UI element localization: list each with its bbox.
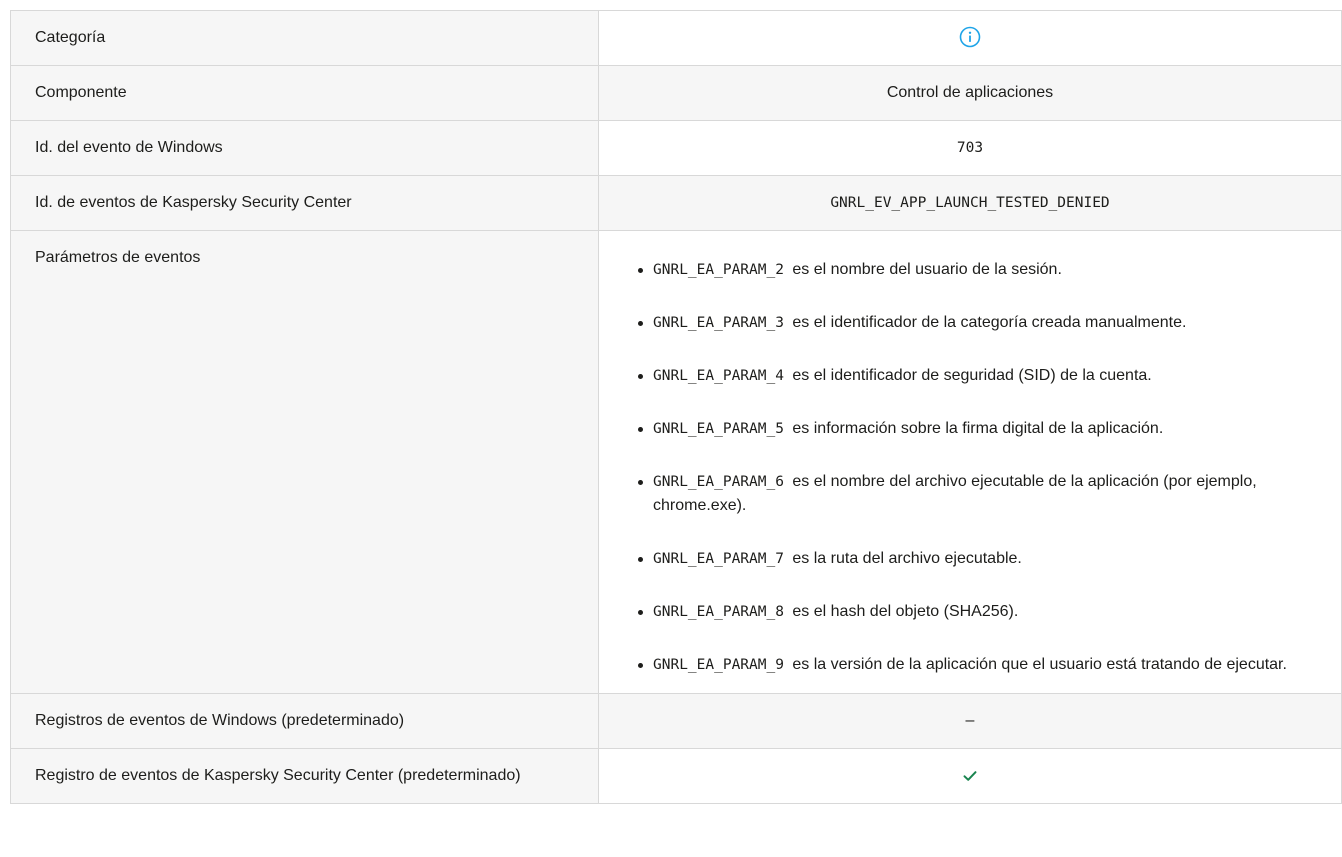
row-label: Componente bbox=[10, 65, 599, 121]
table-row-event-params: Parámetros de eventos GNRL_EA_PARAM_2 es… bbox=[10, 230, 1342, 694]
param-code: GNRL_EA_PARAM_7 bbox=[653, 551, 784, 567]
row-value: GNRL_EV_APP_LAUNCH_TESTED_DENIED bbox=[598, 175, 1342, 231]
list-item: GNRL_EA_PARAM_3 es el identificador de l… bbox=[638, 311, 1327, 335]
table-row-ksc-event-id: Id. de eventos de Kaspersky Security Cen… bbox=[10, 175, 1342, 231]
row-value bbox=[598, 10, 1342, 66]
list-item: GNRL_EA_PARAM_2 es el nombre del usuario… bbox=[638, 258, 1327, 282]
params-list: GNRL_EA_PARAM_2 es el nombre del usuario… bbox=[638, 258, 1327, 677]
param-code: GNRL_EA_PARAM_2 bbox=[653, 262, 784, 278]
list-item: GNRL_EA_PARAM_6 es el nombre del archivo… bbox=[638, 470, 1327, 518]
list-item: GNRL_EA_PARAM_5 es información sobre la … bbox=[638, 417, 1327, 441]
table-row-category: Categoría bbox=[10, 10, 1342, 66]
param-description: es el identificador de seguridad (SID) d… bbox=[792, 367, 1152, 384]
row-label: Categoría bbox=[10, 10, 599, 66]
param-code: GNRL_EA_PARAM_3 bbox=[653, 315, 784, 331]
list-item: GNRL_EA_PARAM_9 es la versión de la apli… bbox=[638, 653, 1327, 677]
row-value: GNRL_EA_PARAM_2 es el nombre del usuario… bbox=[598, 230, 1342, 694]
list-item: GNRL_EA_PARAM_8 es el hash del objeto (S… bbox=[638, 600, 1327, 624]
row-label: Id. del evento de Windows bbox=[10, 120, 599, 176]
row-value: – bbox=[598, 693, 1342, 749]
row-value: Control de aplicaciones bbox=[598, 65, 1342, 121]
event-details-table: Categoría Componente Control de aplicaci… bbox=[10, 10, 1342, 804]
row-value bbox=[598, 748, 1342, 804]
info-icon bbox=[959, 26, 981, 48]
param-description: es la versión de la aplicación que el us… bbox=[792, 656, 1287, 673]
param-description: es el nombre del usuario de la sesión. bbox=[792, 261, 1062, 278]
param-code: GNRL_EA_PARAM_8 bbox=[653, 604, 784, 620]
param-code: GNRL_EA_PARAM_9 bbox=[653, 657, 784, 673]
table-row-windows-event-id: Id. del evento de Windows 703 bbox=[10, 120, 1342, 176]
param-description: es el identificador de la categoría crea… bbox=[792, 314, 1187, 331]
row-value: 703 bbox=[598, 120, 1342, 176]
row-label: Registros de eventos de Windows (predete… bbox=[10, 693, 599, 749]
list-item: GNRL_EA_PARAM_7 es la ruta del archivo e… bbox=[638, 547, 1327, 571]
param-description: es información sobre la firma digital de… bbox=[792, 420, 1164, 437]
row-label: Parámetros de eventos bbox=[10, 230, 599, 694]
param-code: GNRL_EA_PARAM_6 bbox=[653, 474, 784, 490]
param-code: GNRL_EA_PARAM_5 bbox=[653, 421, 784, 437]
list-item: GNRL_EA_PARAM_4 es el identificador de s… bbox=[638, 364, 1327, 388]
row-label: Id. de eventos de Kaspersky Security Cen… bbox=[10, 175, 599, 231]
param-description: es la ruta del archivo ejecutable. bbox=[792, 550, 1022, 567]
table-row-ksc-log: Registro de eventos de Kaspersky Securit… bbox=[10, 748, 1342, 804]
check-icon bbox=[961, 767, 979, 785]
param-description: es el hash del objeto (SHA256). bbox=[792, 603, 1019, 620]
table-row-component: Componente Control de aplicaciones bbox=[10, 65, 1342, 121]
row-label: Registro de eventos de Kaspersky Securit… bbox=[10, 748, 599, 804]
param-code: GNRL_EA_PARAM_4 bbox=[653, 368, 784, 384]
table-row-windows-log: Registros de eventos de Windows (predete… bbox=[10, 693, 1342, 749]
